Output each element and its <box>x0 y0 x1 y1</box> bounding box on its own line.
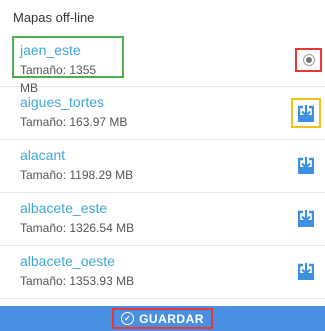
download-icon[interactable] <box>298 210 314 227</box>
map-size: Tamaño: 1326.54 MB <box>20 221 135 235</box>
map-item-albacete-oeste[interactable]: albacete_oeste Tamaño: 1353.93 MB <box>0 246 325 299</box>
map-item-albacete-este[interactable]: albacete_este Tamaño: 1326.54 MB <box>0 193 325 246</box>
page-title: Mapas off-line <box>13 9 95 25</box>
check-circle-icon: ✓ <box>121 312 135 325</box>
map-item-text: aigues_tortes Tamaño: 163.97 MB <box>20 93 127 131</box>
radio-selected-icon <box>302 54 315 66</box>
map-item-text: albacete_oeste Tamaño: 1353.93 MB <box>20 252 134 290</box>
map-name: jaen_este <box>20 42 81 58</box>
footer-bar: ✓ GUARDAR <box>0 306 325 331</box>
download-button[interactable] <box>291 98 321 128</box>
map-item-aigues-tortes[interactable]: aigues_tortes Tamaño: 163.97 MB <box>0 87 325 140</box>
map-name: alacant <box>20 147 66 163</box>
download-icon[interactable] <box>298 263 314 280</box>
save-button[interactable]: ✓ GUARDAR <box>112 308 213 329</box>
offline-maps-list: jaen_este Tamaño: 1355 MB aigues_tortes … <box>0 34 325 299</box>
map-item-alacant[interactable]: alacant Tamaño: 1198.29 MB <box>0 140 325 193</box>
map-item-text: alacant Tamaño: 1198.29 MB <box>20 146 133 184</box>
page-header: Mapas off-line <box>0 0 325 34</box>
map-size: Tamaño: 1198.29 MB <box>20 168 134 182</box>
download-icon <box>298 104 314 122</box>
radio-button-selected[interactable] <box>295 48 322 72</box>
map-name: albacete_este <box>20 200 108 216</box>
save-button-label: GUARDAR <box>139 311 204 326</box>
map-item-text: albacete_este Tamaño: 1326.54 MB <box>20 199 134 237</box>
map-name: aigues_tortes <box>20 94 105 110</box>
map-size: Tamaño: 163.97 MB <box>20 115 128 129</box>
map-name: albacete_oeste <box>20 253 115 269</box>
map-size: Tamaño: 1353.93 MB <box>20 274 135 288</box>
map-item-jaen-este[interactable]: jaen_este Tamaño: 1355 MB <box>0 34 325 95</box>
download-icon[interactable] <box>298 157 314 174</box>
map-item-text: jaen_este Tamaño: 1355 MB <box>12 36 124 95</box>
